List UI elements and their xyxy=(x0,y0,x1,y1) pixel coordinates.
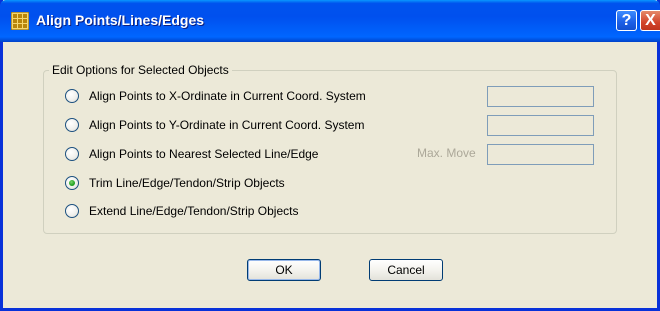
ok-button[interactable]: OK xyxy=(247,259,321,281)
cancel-button[interactable]: Cancel xyxy=(369,259,443,281)
option-align-y[interactable]: Align Points to Y-Ordinate in Current Co… xyxy=(65,117,364,133)
app-grid-icon xyxy=(11,12,29,30)
group-legend: Edit Options for Selected Objects xyxy=(49,63,232,77)
option-label: Align Points to Y-Ordinate in Current Co… xyxy=(89,118,365,132)
max-move-field[interactable] xyxy=(487,144,594,165)
window-title: Align Points/Lines/Edges xyxy=(36,12,205,28)
radio-extend[interactable] xyxy=(65,204,79,218)
y-ordinate-field[interactable] xyxy=(487,115,594,136)
option-label: Align Points to Nearest Selected Line/Ed… xyxy=(89,147,319,161)
option-trim[interactable]: Trim Line/Edge/Tendon/Strip Objects xyxy=(65,175,285,191)
radio-align-nearest[interactable] xyxy=(65,147,79,161)
radio-align-y[interactable] xyxy=(65,118,79,132)
option-label: Trim Line/Edge/Tendon/Strip Objects xyxy=(89,176,285,190)
close-button[interactable]: X xyxy=(640,10,660,31)
max-move-label: Max. Move xyxy=(417,146,476,160)
option-label: Align Points to X-Ordinate in Current Co… xyxy=(89,89,366,103)
close-icon: X xyxy=(645,12,656,29)
option-align-x[interactable]: Align Points to X-Ordinate in Current Co… xyxy=(65,88,366,104)
radio-align-x[interactable] xyxy=(65,89,79,103)
option-align-nearest[interactable]: Align Points to Nearest Selected Line/Ed… xyxy=(65,146,318,162)
option-label: Extend Line/Edge/Tendon/Strip Objects xyxy=(89,204,299,218)
help-button[interactable]: ? xyxy=(616,10,637,31)
radio-trim[interactable] xyxy=(65,176,79,190)
help-icon: ? xyxy=(621,12,632,29)
option-extend[interactable]: Extend Line/Edge/Tendon/Strip Objects xyxy=(65,203,298,219)
x-ordinate-field[interactable] xyxy=(487,86,594,107)
title-bar[interactable]: Align Points/Lines/Edges ? X xyxy=(0,0,660,42)
align-dialog: Align Points/Lines/Edges ? X Edit Option… xyxy=(0,0,660,311)
